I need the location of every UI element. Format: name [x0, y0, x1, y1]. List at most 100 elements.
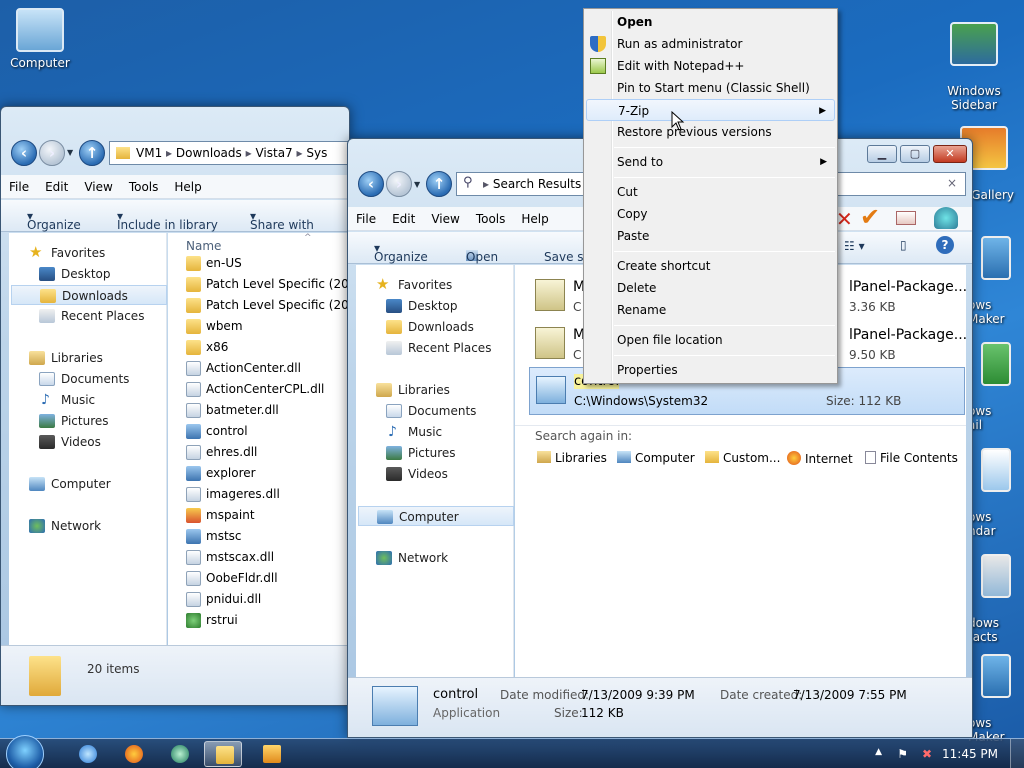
nav-downloads[interactable]: Downloads	[386, 317, 474, 337]
file-row[interactable]: Patch Level Specific (2018)	[184, 274, 349, 295]
share-with-button[interactable]: Share with ▾	[250, 209, 314, 232]
file-row[interactable]: batmeter.dll	[184, 400, 279, 421]
file-row[interactable]: ActionCenterCPL.dll	[184, 379, 324, 400]
menu-help[interactable]: Help	[166, 175, 209, 194]
show-hidden-icons[interactable]: ▲	[875, 747, 882, 757]
menu-tools[interactable]: Tools	[468, 207, 514, 226]
menu-item-properties[interactable]: Properties	[586, 359, 835, 381]
nav-libraries[interactable]: Libraries	[29, 348, 103, 368]
menu-item-run-as-administrator[interactable]: Run as administrator	[586, 33, 835, 55]
breadcrumb-vista7[interactable]: Vista7	[255, 146, 292, 160]
check-mark-icon[interactable]: ✔	[860, 203, 880, 231]
preview-pane-icon[interactable]: ▯	[900, 238, 907, 252]
nav-videos[interactable]: Videos	[386, 464, 448, 484]
menu-item-restore-previous-versions[interactable]: Restore previous versions	[586, 121, 835, 143]
nav-music[interactable]: ♪ Music	[39, 390, 95, 410]
menu-item-copy[interactable]: Copy	[586, 203, 835, 225]
search-again-custom[interactable]: Custom...	[705, 451, 780, 465]
desktop-icon-windows-sidebar[interactable]: Windows Sidebar	[936, 8, 1012, 126]
file-row[interactable]: mspaint	[184, 505, 255, 526]
recent-pages-dropdown[interactable]: ▼	[414, 180, 420, 189]
file-row[interactable]: explorer	[184, 463, 256, 484]
up-button[interactable]: ↑	[79, 140, 105, 166]
search-again-file-contents[interactable]: File Contents	[865, 451, 958, 465]
menu-item-7zip[interactable]: 7-Zip ▶	[586, 99, 835, 121]
start-button[interactable]	[6, 735, 44, 768]
search-again-libraries[interactable]: Libraries	[537, 451, 607, 465]
clear-search-button[interactable]: ×	[947, 176, 957, 190]
menu-item-open[interactable]: Open	[586, 11, 835, 33]
menu-item-send-to[interactable]: Send to ▶	[586, 151, 835, 173]
nav-computer[interactable]: Computer	[29, 474, 111, 494]
file-row[interactable]: control	[184, 421, 248, 442]
taskbar-media-player[interactable]	[252, 741, 290, 767]
clock[interactable]: 11:45 PM	[942, 747, 998, 761]
breadcrumb-downloads[interactable]: Downloads	[176, 146, 242, 160]
breadcrumb-search-results[interactable]: Search Results i	[493, 177, 589, 191]
file-row[interactable]: rstrui	[184, 610, 238, 631]
shell-icon[interactable]	[934, 207, 958, 229]
menu-item-paste[interactable]: Paste	[586, 225, 835, 247]
nav-music[interactable]: ♪ Music	[386, 422, 442, 442]
delete-mark-icon[interactable]: ✕	[836, 207, 853, 231]
nav-documents[interactable]: Documents	[39, 369, 129, 389]
menu-tools[interactable]: Tools	[121, 175, 167, 194]
network-status-icon[interactable]: ✖	[922, 747, 932, 761]
taskbar-internet-explorer[interactable]	[68, 741, 106, 767]
back-button[interactable]: ‹	[358, 171, 384, 197]
menu-view[interactable]: View	[76, 175, 120, 194]
file-row[interactable]: x86	[184, 337, 228, 358]
file-row[interactable]: wbem	[184, 316, 243, 337]
file-row[interactable]: Patch Level Specific (2021)	[184, 295, 349, 316]
nav-pictures[interactable]: Pictures	[39, 411, 109, 431]
nav-network[interactable]: Network	[376, 548, 448, 568]
search-again-internet[interactable]: Internet	[787, 451, 853, 466]
file-row[interactable]: ActionCenter.dll	[184, 358, 301, 379]
taskbar-app[interactable]	[160, 741, 198, 767]
menu-help[interactable]: Help	[513, 207, 556, 226]
nav-libraries[interactable]: Libraries	[376, 380, 450, 400]
nav-pictures[interactable]: Pictures	[386, 443, 456, 463]
nav-recent-places[interactable]: Recent Places	[386, 338, 491, 358]
forward-button[interactable]: ›	[39, 140, 65, 166]
show-desktop-button[interactable]	[1010, 739, 1024, 768]
menu-file[interactable]: File	[1, 175, 37, 194]
nav-computer[interactable]: Computer	[358, 506, 514, 526]
help-icon[interactable]: ?	[936, 236, 954, 254]
nav-videos[interactable]: Videos	[39, 432, 101, 452]
envelope-icon[interactable]	[896, 211, 916, 225]
file-row[interactable]: ehres.dll	[184, 442, 257, 463]
address-bar[interactable]: VM1 ▸ Downloads ▸ Vista7 ▸ Sys	[109, 141, 349, 165]
organize-button[interactable]: Organize ▾	[27, 209, 81, 232]
desktop-icon-computer[interactable]: Computer	[2, 8, 78, 70]
nav-documents[interactable]: Documents	[386, 401, 476, 421]
maximize-button[interactable]: ▢	[900, 145, 930, 163]
nav-recent-places[interactable]: Recent Places	[39, 306, 144, 326]
menu-item-edit-with-notepad[interactable]: Edit with Notepad++	[586, 55, 835, 77]
action-center-icon[interactable]: ⚑	[897, 747, 908, 761]
nav-favorites[interactable]: ★ Favorites	[376, 275, 452, 295]
menu-item-rename[interactable]: Rename	[586, 299, 835, 321]
view-options-icon[interactable]: ☷ ▾	[844, 239, 865, 253]
back-button[interactable]: ‹	[11, 140, 37, 166]
taskbar-firefox[interactable]	[114, 741, 152, 767]
menu-view[interactable]: View	[423, 207, 467, 226]
menu-item-delete[interactable]: Delete	[586, 277, 835, 299]
nav-network[interactable]: Network	[29, 516, 101, 536]
menu-item-cut[interactable]: Cut	[586, 181, 835, 203]
file-row[interactable]: OobeFldr.dll	[184, 568, 278, 589]
search-again-computer[interactable]: Computer	[617, 451, 695, 465]
nav-desktop[interactable]: Desktop	[386, 296, 458, 316]
column-header-name[interactable]: Name	[186, 239, 221, 253]
up-button[interactable]: ↑	[426, 171, 452, 197]
nav-downloads[interactable]: Downloads	[11, 285, 167, 305]
file-row[interactable]: en-US	[184, 253, 242, 274]
organize-button[interactable]: Organize ▾	[374, 241, 428, 264]
nav-favorites[interactable]: ★ Favorites	[29, 243, 105, 263]
include-in-library-button[interactable]: Include in library ▾	[117, 209, 218, 232]
forward-button[interactable]: ›	[386, 171, 412, 197]
menu-item-pin-to-start[interactable]: Pin to Start menu (Classic Shell)	[586, 77, 835, 99]
breadcrumb-vm1[interactable]: VM1	[136, 146, 162, 160]
file-row[interactable]: mstsc	[184, 526, 242, 547]
recent-pages-dropdown[interactable]: ▼	[67, 148, 73, 157]
